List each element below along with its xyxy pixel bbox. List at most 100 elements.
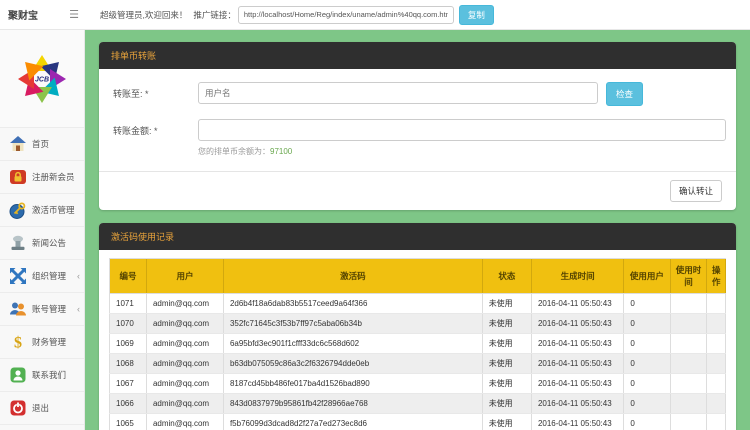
table-cell: admin@qq.com xyxy=(146,394,223,414)
table-cell xyxy=(707,294,726,314)
pinwheel-logo-icon: JCB xyxy=(15,52,69,106)
table-cell: 1068 xyxy=(110,354,147,374)
records-panel-title: 激活码使用记录 xyxy=(99,223,736,250)
table-cell: 0 xyxy=(624,334,670,354)
check-button[interactable]: 检查 xyxy=(606,82,643,106)
table-cell: 未使用 xyxy=(482,354,531,374)
table-row: 1071admin@qq.com2d6b4f18a6dab83b5517ceed… xyxy=(110,294,726,314)
sidebar-item-logout[interactable]: 退出 xyxy=(0,392,84,425)
promo-url-input[interactable] xyxy=(238,6,454,24)
sidebar-item-label: 组织管理 xyxy=(32,270,66,282)
table-cell xyxy=(707,334,726,354)
welcome-text: 超级管理员,欢迎回来！ xyxy=(100,9,187,21)
sidebar-item-finance[interactable]: $ 财务管理 xyxy=(0,326,84,359)
register-member-icon xyxy=(9,168,27,186)
table-cell xyxy=(670,374,707,394)
table-cell xyxy=(707,414,726,430)
chevron-left-icon: ‹ xyxy=(77,304,80,314)
transfer-panel-title: 排单币转账 xyxy=(99,42,736,69)
table-row: 1067admin@qq.com8187cd45bb486fe017ba4d15… xyxy=(110,374,726,394)
table-cell: 8187cd45bb486fe017ba4d1526bad890 xyxy=(223,374,482,394)
sidebar-item-label: 联系我们 xyxy=(32,369,66,381)
table-cell: 2016-04-11 05:50:43 xyxy=(531,414,623,430)
sidebar-item-activation-coin[interactable]: 激活币管理 xyxy=(0,194,84,227)
sidebar-item-label: 账号管理 xyxy=(32,303,66,315)
column-header: 使用时间 xyxy=(670,259,707,294)
column-header: 用户 xyxy=(146,259,223,294)
table-row: 1070admin@qq.com352fc71645c3f53b7ff97c5a… xyxy=(110,314,726,334)
table-cell: 0 xyxy=(624,374,670,394)
table-cell: 1071 xyxy=(110,294,147,314)
table-cell xyxy=(670,394,707,414)
table-cell: 0 xyxy=(624,394,670,414)
table-cell xyxy=(670,334,707,354)
sidebar-item-organization[interactable]: 组织管理 ‹ xyxy=(0,260,84,293)
news-icon xyxy=(9,234,27,252)
sidebar-item-news[interactable]: 新闻公告 xyxy=(0,227,84,260)
table-cell: 未使用 xyxy=(482,314,531,334)
confirm-transfer-button[interactable]: 确认转让 xyxy=(670,180,722,202)
home-icon xyxy=(9,135,27,153)
hamburger-icon: ☰ xyxy=(69,8,79,21)
table-cell: 352fc71645c3f53b7ff97c5aba06b34b xyxy=(223,314,482,334)
table-cell: 2016-04-11 05:50:43 xyxy=(531,294,623,314)
main-content: 排单币转账 转账至: * 检查 转账金额: * 您的排单币余额为：97100 确… xyxy=(85,30,750,430)
column-header: 编号 xyxy=(110,259,147,294)
sidebar: JCB 首页 注册新会员 激活币管理 新闻公告 组织管理 ‹ xyxy=(0,30,85,430)
logout-icon xyxy=(9,399,27,417)
table-cell: b63db075059c86a3c2f6326794dde0eb xyxy=(223,354,482,374)
table-cell: 未使用 xyxy=(482,334,531,354)
logo-text: JCB xyxy=(35,76,49,83)
table-cell xyxy=(707,354,726,374)
table-cell: 0 xyxy=(624,314,670,334)
contact-icon xyxy=(9,366,27,384)
brand-title: 聚财宝 xyxy=(0,7,62,22)
sidebar-item-contact[interactable]: 联系我们 xyxy=(0,359,84,392)
table-cell: 2016-04-11 05:50:43 xyxy=(531,394,623,414)
sidebar-item-account[interactable]: 账号管理 ‹ xyxy=(0,293,84,326)
table-row: 1066admin@qq.com843d0837979b95861fb42f28… xyxy=(110,394,726,414)
table-cell xyxy=(707,374,726,394)
records-table: 编号用户激活码状态生成时间使用用户使用时间操作 1071admin@qq.com… xyxy=(109,258,726,430)
column-header: 操作 xyxy=(707,259,726,294)
promo-link-label: 推广链接： xyxy=(193,9,236,21)
table-cell: admin@qq.com xyxy=(146,354,223,374)
table-cell: admin@qq.com xyxy=(146,414,223,430)
activation-coin-icon xyxy=(9,201,27,219)
transfer-to-input[interactable] xyxy=(198,82,598,104)
table-cell: 0 xyxy=(624,354,670,374)
sidebar-item-home[interactable]: 首页 xyxy=(0,128,84,161)
table-cell: 843d0837979b95861fb42f28966ae768 xyxy=(223,394,482,414)
sidebar-item-label: 激活币管理 xyxy=(32,204,75,216)
column-header: 状态 xyxy=(482,259,531,294)
records-panel: 激活码使用记录 编号用户激活码状态生成时间使用用户使用时间操作 1071admi… xyxy=(99,223,736,430)
table-cell: admin@qq.com xyxy=(146,314,223,334)
transfer-panel: 排单币转账 转账至: * 检查 转账金额: * 您的排单币余额为：97100 确… xyxy=(99,42,736,210)
table-cell: 1069 xyxy=(110,334,147,354)
balance-hint: 您的排单币余额为：97100 xyxy=(198,146,726,157)
table-cell: 未使用 xyxy=(482,414,531,430)
sidebar-item-label: 财务管理 xyxy=(32,336,66,348)
table-cell: admin@qq.com xyxy=(146,334,223,354)
sidebar-item-label: 注册新会员 xyxy=(32,171,75,183)
svg-text:$: $ xyxy=(14,335,22,352)
logo: JCB xyxy=(0,30,84,128)
top-header: 聚财宝 ☰ 超级管理员,欢迎回来！ 推广链接： 复制 xyxy=(0,0,750,30)
chevron-left-icon: ‹ xyxy=(77,271,80,281)
column-header: 激活码 xyxy=(223,259,482,294)
copy-button[interactable]: 复制 xyxy=(459,5,494,25)
organization-icon xyxy=(9,267,27,285)
account-icon xyxy=(9,300,27,318)
column-header: 生成时间 xyxy=(531,259,623,294)
sidebar-item-label: 退出 xyxy=(32,402,49,414)
menu-toggle-button[interactable]: ☰ xyxy=(62,0,86,30)
table-cell: 未使用 xyxy=(482,294,531,314)
table-cell: 6a95bfd3ec901f1cfff33dc6c568d602 xyxy=(223,334,482,354)
transfer-amount-input[interactable] xyxy=(198,119,726,141)
table-cell: 0 xyxy=(624,414,670,430)
table-cell: 未使用 xyxy=(482,374,531,394)
sidebar-item-register-member[interactable]: 注册新会员 xyxy=(0,161,84,194)
table-cell xyxy=(707,314,726,334)
table-cell: 1070 xyxy=(110,314,147,334)
table-cell: 未使用 xyxy=(482,394,531,414)
